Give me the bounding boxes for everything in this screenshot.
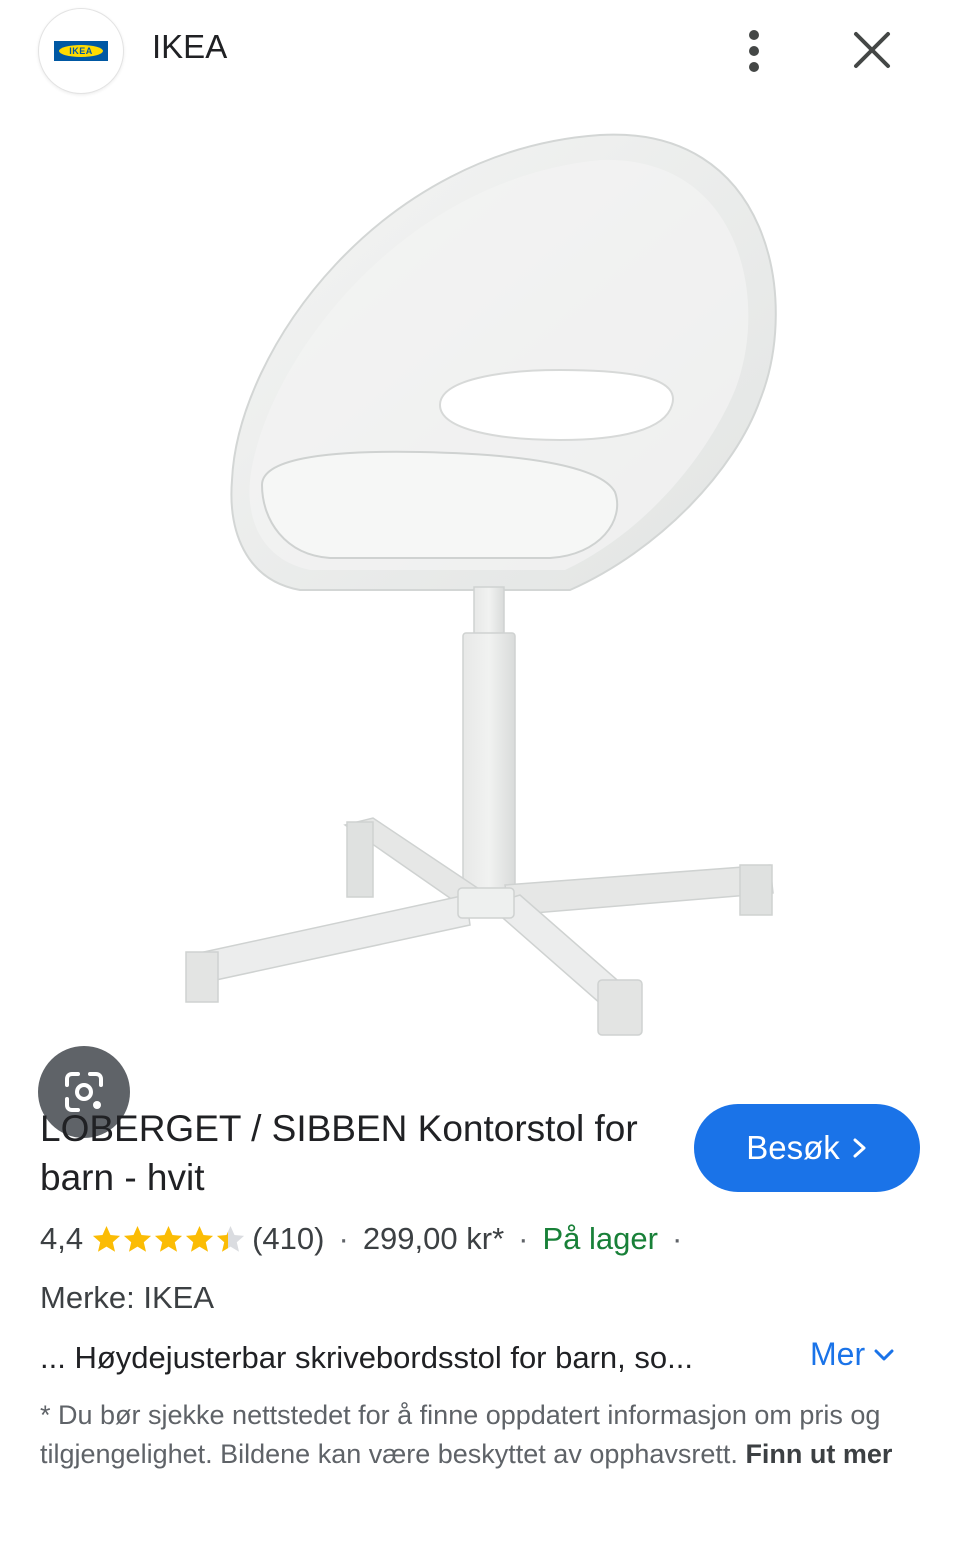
rating-row: 4,4 (410) · 299,00 kr* · På lager ·: [40, 1214, 696, 1264]
separator: ·: [338, 1221, 349, 1256]
more-vert-icon: [749, 30, 759, 72]
more-label: Mer: [810, 1336, 866, 1372]
stock-status: På lager: [542, 1221, 658, 1256]
star-icon: [93, 1225, 121, 1252]
product-title[interactable]: LOBERGET / SIBBEN Kontorstol for barn - …: [40, 1104, 650, 1202]
star-icon: [186, 1225, 214, 1252]
more-options-button[interactable]: [728, 22, 780, 78]
separator: ·: [671, 1221, 683, 1256]
site-name[interactable]: IKEA: [152, 28, 227, 66]
brand-label: Merke: IKEA: [40, 1280, 214, 1315]
chevron-down-icon: [874, 1349, 894, 1360]
ikea-logo: IKEA: [54, 41, 108, 61]
product-image[interactable]: [0, 100, 960, 1138]
price: 299,00 kr*: [362, 1221, 505, 1256]
close-icon: [854, 32, 890, 68]
learn-more-link[interactable]: Finn ut mer: [745, 1439, 892, 1469]
ikea-logo-text: IKEA: [59, 45, 103, 57]
chair-image: [185, 133, 777, 1036]
more-button[interactable]: Mer: [810, 1336, 895, 1373]
site-favicon[interactable]: IKEA: [38, 8, 124, 94]
close-button[interactable]: [842, 20, 902, 80]
description-snippet: ... Høydejusterbar skrivebordsstol for b…: [40, 1340, 693, 1375]
star-icon: [217, 1225, 245, 1252]
review-count[interactable]: (410): [252, 1221, 324, 1257]
rating-stars: [91, 1224, 246, 1255]
disclaimer: * Du bør sjekke nettstedet for å finne o…: [40, 1396, 910, 1474]
star-icon: [155, 1225, 183, 1252]
chevron-right-icon: [853, 1138, 866, 1158]
rating-value: 4,4: [40, 1221, 84, 1256]
visit-button[interactable]: Besøk: [694, 1104, 920, 1192]
star-icon: [124, 1225, 152, 1252]
separator: ·: [518, 1221, 529, 1256]
visit-label: Besøk: [746, 1129, 840, 1166]
header: IKEA IKEA: [0, 0, 960, 100]
